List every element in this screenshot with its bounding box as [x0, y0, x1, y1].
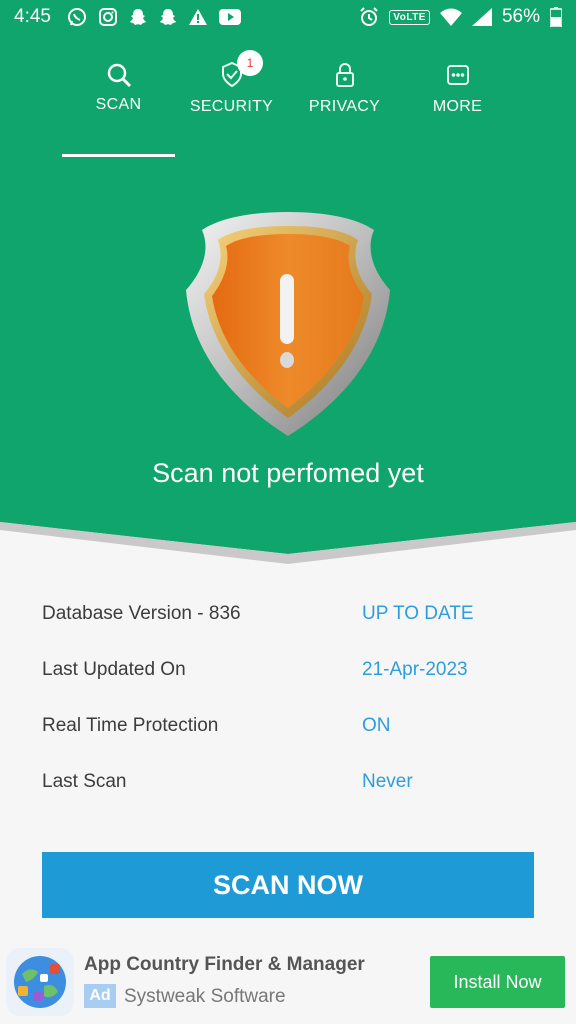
ad-title: App Country Finder & Manager	[84, 954, 365, 975]
info-label: Last Scan	[42, 771, 127, 792]
info-row-last-scan: Last Scan Never	[42, 754, 534, 810]
info-row-database: Database Version - 836 UP TO DATE	[42, 586, 534, 642]
ad-banner[interactable]: App Country Finder & Manager Ad Systweak…	[0, 940, 576, 1024]
tab-more[interactable]: MORE	[401, 56, 514, 136]
info-label: Database Version - 836	[42, 603, 241, 624]
battery-percent: 56%	[501, 6, 540, 27]
scan-status-text: Scan not perfomed yet	[152, 458, 424, 488]
youtube-icon	[218, 9, 241, 25]
status-bar: 4:45 VoLTE 56%	[0, 0, 576, 34]
tab-security-label: SECURITY	[189, 98, 274, 115]
install-now-button[interactable]: Install Now	[430, 956, 565, 1008]
tab-privacy-label: PRIVACY	[308, 98, 381, 115]
tab-scan[interactable]: SCAN	[62, 56, 175, 157]
instagram-icon	[98, 8, 117, 26]
security-badge: 1	[237, 50, 263, 76]
info-row-realtime: Real Time Protection ON	[42, 698, 534, 754]
info-value: UP TO DATE	[362, 603, 474, 624]
tab-scan-label: SCAN	[95, 96, 142, 113]
tab-bar: SCAN 1 SECURITY PRIVACY MORE	[62, 50, 514, 157]
battery-icon	[550, 7, 562, 27]
info-row-last-updated: Last Updated On 21-Apr-2023	[42, 642, 534, 698]
signal-icon	[471, 8, 492, 26]
status-time: 4:45	[14, 6, 51, 27]
info-value: Never	[362, 771, 413, 792]
tab-more-label: MORE	[432, 98, 483, 115]
app-globe-icon	[6, 948, 74, 1016]
ad-tag: Ad	[84, 984, 116, 1008]
tab-active-indicator	[62, 154, 175, 157]
info-value: ON	[362, 715, 391, 736]
warning-shield-icon	[186, 212, 390, 436]
tab-privacy[interactable]: PRIVACY	[288, 56, 401, 136]
snapchat-icon	[129, 8, 147, 26]
scan-now-button[interactable]: SCAN NOW	[42, 852, 534, 918]
ad-publisher: Systweak Software	[124, 986, 286, 1007]
volte-icon: VoLTE	[389, 9, 430, 25]
warning-icon	[188, 9, 207, 25]
lock-icon	[334, 58, 356, 92]
header: SCAN 1 SECURITY PRIVACY MORE Scan not pe…	[0, 34, 576, 564]
info-label: Last Updated On	[42, 659, 186, 680]
alarm-icon	[359, 7, 379, 27]
more-icon	[446, 58, 470, 92]
tab-security[interactable]: 1 SECURITY	[175, 50, 288, 136]
search-icon	[106, 58, 132, 92]
info-value: 21-Apr-2023	[362, 659, 468, 680]
info-label: Real Time Protection	[42, 715, 219, 736]
info-list: Database Version - 836 UP TO DATE Last U…	[42, 586, 534, 810]
whatsapp-icon	[67, 7, 87, 27]
snapchat-icon	[159, 8, 177, 26]
wifi-icon	[439, 8, 462, 26]
